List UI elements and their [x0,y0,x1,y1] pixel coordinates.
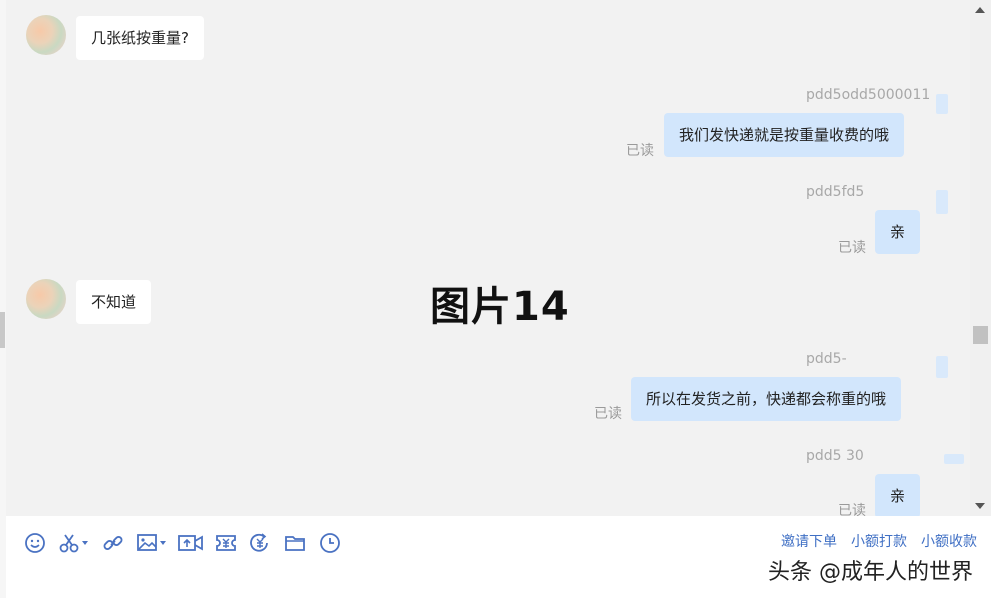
scroll-up-arrow-icon[interactable] [975,7,985,13]
blurred-avatar [944,454,964,464]
small-collection-link[interactable]: 小额收款 [921,531,977,551]
outgoing-message-bubble: 亲 [875,210,921,254]
coupon-icon[interactable] [215,532,237,554]
emoji-icon[interactable] [24,532,46,554]
video-icon[interactable] [178,532,204,554]
folder-icon[interactable] [284,532,306,554]
read-status: 已读 [626,143,654,159]
read-status: 已读 [594,406,622,422]
read-status: 已读 [838,240,866,256]
chat-history: 几张纸按重量? pdd5odd5000011 已读 我们发快递就是按重量收费的哦… [6,0,970,516]
outgoing-message-bubble: 亲 [875,474,921,516]
customer-avatar[interactable] [26,279,66,319]
blurred-avatar [936,190,948,214]
incoming-message-bubble: 几张纸按重量? [76,16,204,60]
scissors-icon[interactable] [58,532,92,554]
scroll-thumb[interactable] [973,326,988,344]
scroll-down-arrow-icon[interactable] [975,503,985,509]
outgoing-message-bubble: 所以在发货之前，快递都会称重的哦 [631,377,902,421]
invite-order-link[interactable]: 邀请下单 [781,531,837,551]
small-payment-link[interactable]: 小额打款 [851,531,907,551]
read-status: 已读 [838,503,866,516]
link-icon[interactable] [102,532,124,554]
incoming-message-bubble: 不知道 [76,280,152,324]
image-icon[interactable] [136,532,170,554]
quick-action-links: 邀请下单 小额打款 小额收款 [781,531,977,551]
outgoing-message-bubble: 我们发快递就是按重量收费的哦 [664,113,905,157]
refund-icon[interactable] [249,532,271,554]
source-watermark: 头条 @成年人的世界 [768,560,973,585]
blurred-avatar [936,356,948,378]
sender-name: pdd5odd5000011 [806,87,931,103]
customer-avatar[interactable] [26,15,66,55]
sender-name: pdd5fd5 [806,184,865,200]
chat-scrollbar[interactable] [970,0,991,516]
input-toolbar: 邀请下单 小额打款 小额收款 头条 @成年人的世界 [6,516,991,598]
left-edge-marker [0,312,5,348]
blurred-avatar [936,94,948,114]
clock-icon[interactable] [319,532,341,554]
sender-name: pdd5- [806,351,847,367]
image-label-overlay: 图片14 [430,284,570,330]
sender-name: pdd5 30 [806,448,864,464]
